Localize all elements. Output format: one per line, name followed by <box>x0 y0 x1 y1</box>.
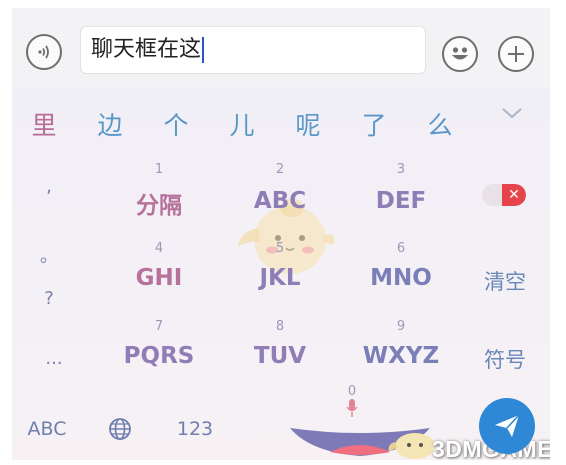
text-caret <box>202 37 205 63</box>
key-4-ghi[interactable]: GHI <box>136 265 183 291</box>
key-5-jkl[interactable]: JKL <box>259 265 300 291</box>
candidate-word[interactable]: 个 <box>163 106 188 142</box>
emoji-button[interactable] <box>442 36 478 72</box>
key-number: 9 <box>396 319 406 334</box>
key-1-separator[interactable]: 分隔 <box>136 186 182 220</box>
smiley-icon <box>452 47 468 60</box>
key-number: 3 <box>396 162 406 177</box>
key-number: 8 <box>275 319 285 334</box>
voice-wave-icon <box>38 45 49 59</box>
send-button[interactable] <box>479 398 535 454</box>
key-number: 4 <box>154 241 164 256</box>
symbol-key[interactable]: 符号 <box>484 344 526 374</box>
backspace-icon: ✕ <box>502 184 526 206</box>
key-number: 2 <box>275 162 285 177</box>
plus-icon <box>508 46 524 62</box>
chat-screen: 聊天框在这 里 边 个 儿 呢 了 么 , 。 ? ... 1 分隔 2 ABC… <box>12 8 550 460</box>
candidate-word[interactable]: 了 <box>361 106 386 142</box>
key-7-pqrs[interactable]: PQRS <box>124 343 195 369</box>
punct-question-key[interactable]: ? <box>44 288 54 309</box>
globe-icon[interactable] <box>108 417 132 441</box>
abc-switch-key[interactable]: ABC <box>28 418 67 440</box>
delete-key[interactable]: ✕ <box>482 184 526 206</box>
pinyin-keyboard: 里 边 个 儿 呢 了 么 , 。 ? ... 1 分隔 2 ABC 3 DEF… <box>12 88 550 460</box>
key-number: 6 <box>396 241 406 256</box>
voice-button[interactable] <box>26 34 62 70</box>
punct-ellipsis-key[interactable]: ... <box>45 348 62 369</box>
punct-comma-key[interactable]: , <box>46 176 52 197</box>
chat-input-bar: 聊天框在这 <box>12 8 550 88</box>
candidate-bar: 里 边 个 儿 呢 了 么 <box>12 88 550 146</box>
space-number: 0 <box>347 384 357 399</box>
punct-period-key[interactable]: 。 <box>40 242 58 268</box>
chevron-down-icon[interactable] <box>501 106 523 120</box>
microphone-icon[interactable] <box>345 398 359 418</box>
chat-input-text: 聊天框在这 <box>91 37 202 62</box>
number-switch-key[interactable]: 123 <box>177 418 213 440</box>
candidate-word[interactable]: 儿 <box>229 106 254 142</box>
key-9-wxyz[interactable]: WXYZ <box>363 343 439 369</box>
candidate-word[interactable]: 么 <box>427 106 452 142</box>
key-number: 7 <box>154 319 164 334</box>
key-2-abc[interactable]: ABC <box>254 188 306 214</box>
candidate-word[interactable]: 呢 <box>295 106 320 142</box>
send-arrow-icon <box>495 414 520 437</box>
key-number: 5 <box>275 241 285 256</box>
key-6-mno[interactable]: MNO <box>370 265 432 291</box>
key-number: 1 <box>154 162 164 177</box>
key-8-tuv[interactable]: TUV <box>254 343 306 369</box>
candidate-word[interactable]: 里 <box>31 106 56 142</box>
more-button[interactable] <box>498 36 534 72</box>
clear-key[interactable]: 清空 <box>484 266 526 296</box>
chat-input-field[interactable]: 聊天框在这 <box>80 26 426 74</box>
candidate-word[interactable]: 边 <box>97 106 122 142</box>
key-3-def[interactable]: DEF <box>376 188 427 214</box>
